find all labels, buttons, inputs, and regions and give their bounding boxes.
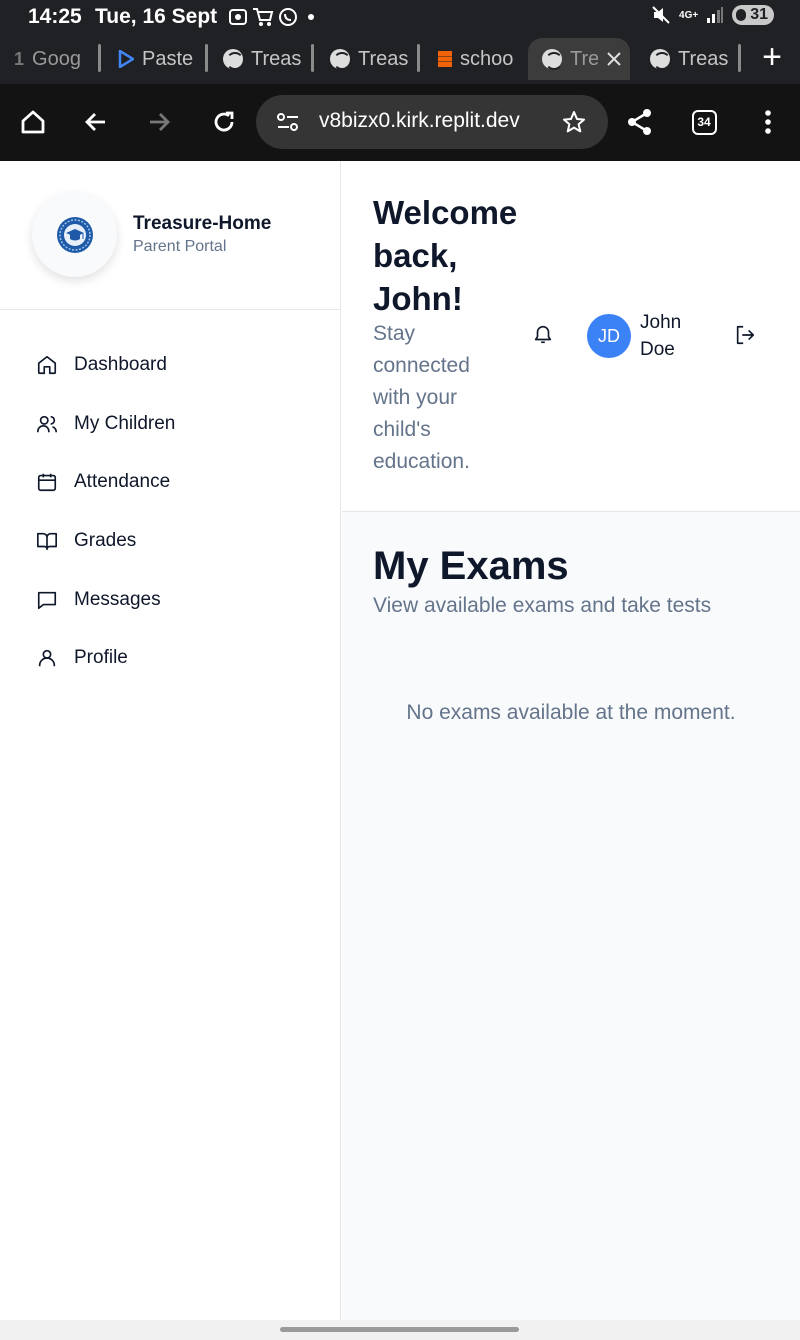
browser-tab[interactable]: Treas	[330, 38, 410, 80]
sidebar-item-messages[interactable]: Messages	[0, 570, 341, 629]
reload-icon	[214, 111, 234, 132]
navigation-gesture-area	[0, 1320, 800, 1340]
sidebar-item-label: Grades	[74, 530, 137, 552]
welcome-tagline: Stay connected with your child's educati…	[373, 322, 470, 473]
back-button[interactable]	[76, 102, 116, 142]
school-logo	[32, 192, 117, 277]
user-name: John Doe	[640, 312, 682, 360]
globe-icon	[650, 49, 671, 70]
sidebar-item-label: Attendance	[74, 471, 171, 493]
browser-tab[interactable]: Treas	[223, 38, 303, 80]
screenshot-icon	[229, 9, 247, 25]
address-bar[interactable]: v8bizx0.kirk.replit.dev	[256, 95, 608, 149]
browser-tab[interactable]: Paste	[118, 38, 198, 80]
logout-button[interactable]	[734, 324, 756, 351]
sidebar-item-grades[interactable]: Grades	[0, 512, 341, 571]
site-settings-icon[interactable]	[276, 111, 300, 133]
browser-tab[interactable]: Treas	[650, 38, 732, 80]
globe-icon	[542, 49, 563, 70]
replit-icon	[438, 51, 452, 67]
more-vertical-icon	[765, 110, 771, 134]
arrow-right-icon	[150, 113, 170, 131]
sidebar-nav: Dashboard My Children Attendance Grades …	[0, 336, 341, 688]
user-icon	[38, 650, 56, 667]
sidebar-item-dashboard[interactable]: Dashboard	[0, 336, 341, 395]
brand-name: Treasure-Home	[133, 213, 272, 234]
arrow-left-icon	[85, 113, 105, 131]
tab-label: Paste	[142, 47, 194, 70]
more-notifications-dot	[308, 14, 314, 20]
sidebar-item-my-children[interactable]: My Children	[0, 395, 341, 454]
page-subtitle: View available exams and take tests	[373, 594, 712, 617]
system-icons: 4G+ 31	[651, 5, 774, 25]
tab-label: Tre	[570, 47, 598, 70]
url-text[interactable]: v8bizx0.kirk.replit.dev	[319, 109, 520, 133]
new-tab-button[interactable]: +	[762, 40, 782, 74]
browser-toolbar: v8bizx0.kirk.replit.dev 34	[0, 84, 800, 161]
browser-tab-active[interactable]: Tre	[528, 38, 630, 80]
status-date: Tue, 16 Sept	[95, 5, 218, 28]
sidebar-item-label: Dashboard	[74, 354, 167, 376]
mute-icon	[652, 6, 670, 24]
main-content: Welcome back, John! Stay connected with …	[342, 161, 800, 1320]
status-bar: 14:25 Tue, 16 Sept 4G+ 31	[0, 0, 800, 34]
gesture-handle[interactable]	[280, 1327, 519, 1332]
tab-label: Goog	[32, 47, 81, 70]
message-icon	[37, 591, 57, 609]
status-time: 14:25	[28, 5, 82, 28]
forward-button[interactable]	[139, 102, 179, 142]
globe-icon	[223, 49, 244, 70]
avatar[interactable]: JD	[587, 314, 631, 358]
signal-icon	[707, 7, 724, 23]
share-icon	[628, 109, 651, 135]
tab-switcher-button[interactable]: 34	[684, 102, 724, 142]
sidebar-item-label: My Children	[74, 412, 176, 434]
page-header: Welcome back, John! Stay connected with …	[342, 161, 800, 512]
welcome-heading: Welcome back, John!	[373, 194, 518, 317]
sidebar-item-profile[interactable]: Profile	[0, 629, 341, 688]
book-open-icon	[37, 532, 57, 551]
notifications-button[interactable]	[532, 323, 554, 350]
page-title: My Exams	[373, 544, 569, 588]
menu-button[interactable]	[748, 102, 788, 142]
brand-header: Treasure-Home Parent Portal	[0, 161, 340, 310]
notification-icons	[228, 7, 314, 27]
home-icon	[37, 356, 57, 375]
tab-count: 34	[691, 109, 717, 135]
browser-tab-strip: 1 Goog Paste Treas Treas schoo Tre Treas…	[0, 34, 800, 84]
browser-tab[interactable]: 1 Goog	[14, 38, 98, 80]
tab-label: Treas	[358, 47, 409, 70]
bell-icon	[534, 325, 552, 344]
network-type: 4G+	[679, 9, 699, 21]
sidebar-item-label: Messages	[74, 588, 161, 610]
globe-icon	[330, 49, 351, 70]
calendar-icon	[37, 474, 57, 492]
bookmark-star-icon[interactable]	[562, 110, 586, 134]
whatsapp-icon	[279, 8, 297, 26]
sidebar-item-label: Profile	[74, 647, 128, 669]
sidebar-item-attendance[interactable]: Attendance	[0, 453, 341, 512]
logout-icon	[736, 325, 755, 345]
tab-label: schoo	[460, 47, 514, 70]
sidebar: Treasure-Home Parent Portal Dashboard My…	[0, 161, 341, 1320]
empty-state-message: No exams available at the moment.	[406, 701, 736, 724]
graduation-cap-logo-icon	[56, 216, 93, 253]
cart-icon	[253, 8, 274, 26]
play-icon	[118, 50, 134, 68]
tab-label: Treas	[678, 47, 729, 70]
brand-subtitle: Parent Portal	[133, 238, 227, 255]
close-tab-icon[interactable]	[606, 51, 622, 67]
home-icon	[21, 110, 45, 134]
battery-indicator: 31	[732, 5, 774, 25]
browser-tab[interactable]: schoo	[438, 38, 518, 80]
reload-button[interactable]	[204, 102, 244, 142]
home-button[interactable]	[13, 102, 53, 142]
google-icon: 1	[14, 48, 25, 69]
share-button[interactable]	[620, 102, 660, 142]
tab-label: Treas	[251, 47, 302, 70]
users-icon	[37, 415, 57, 433]
